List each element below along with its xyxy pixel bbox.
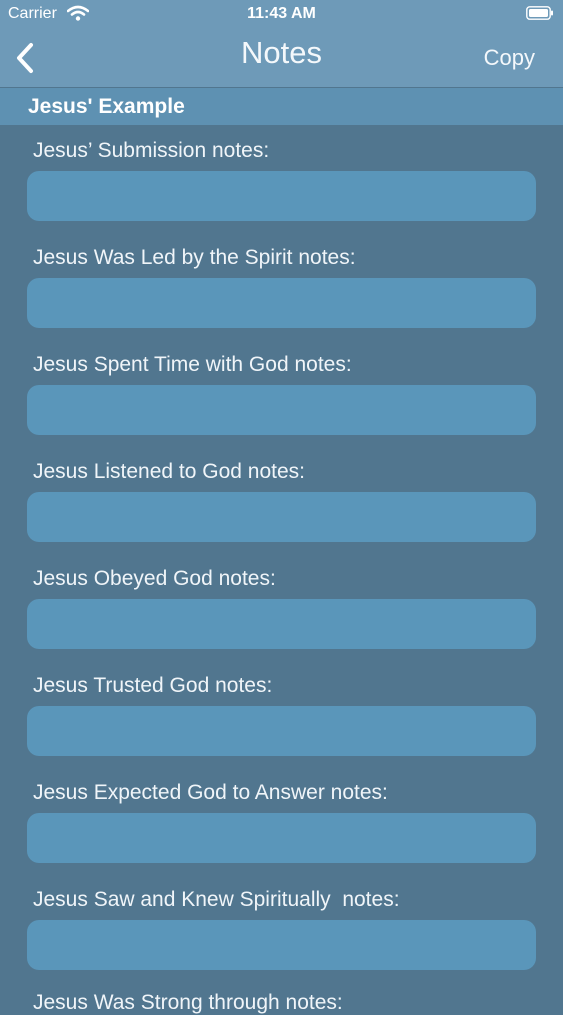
status-bar: Carrier 11:43 AM [0,0,563,30]
section-title: Jesus' Example [28,95,185,118]
section-header: Jesus' Example [0,88,563,125]
field-label-saw-spiritually: Jesus Saw and Knew Spiritually notes: [33,888,400,911]
notes-input-trusted-god[interactable] [27,706,536,756]
notes-input-listened-to-god[interactable] [27,492,536,542]
field-label-obeyed-god: Jesus Obeyed God notes: [33,567,276,590]
copy-button[interactable]: Copy [484,45,535,71]
field-label-strong-through: Jesus Was Strong through notes: [33,991,343,1014]
notes-input-obeyed-god[interactable] [27,599,536,649]
top-bar: Carrier 11:43 AM Notes Copy [0,0,563,87]
notes-input-expected-answer[interactable] [27,813,536,863]
notes-input-led-by-spirit[interactable] [27,278,536,328]
field-label-listened-to-god: Jesus Listened to God notes: [33,460,306,483]
field-label-led-by-spirit: Jesus Was Led by the Spirit notes: [33,246,356,269]
battery-icon [526,6,553,20]
nav-bar: Notes Copy [0,30,563,87]
field-label-time-with-god: Jesus Spent Time with God notes: [33,353,352,376]
status-time: 11:43 AM [247,5,316,22]
notes-input-submission[interactable] [27,171,536,221]
field-label-submission: Jesus’ Submission notes: [33,139,270,162]
field-label-trusted-god: Jesus Trusted God notes: [33,674,273,697]
page-title: Notes [241,35,322,70]
notes-input-saw-spiritually[interactable] [27,920,536,970]
field-label-expected-answer: Jesus Expected God to Answer notes: [33,781,388,804]
notes-input-time-with-god[interactable] [27,385,536,435]
